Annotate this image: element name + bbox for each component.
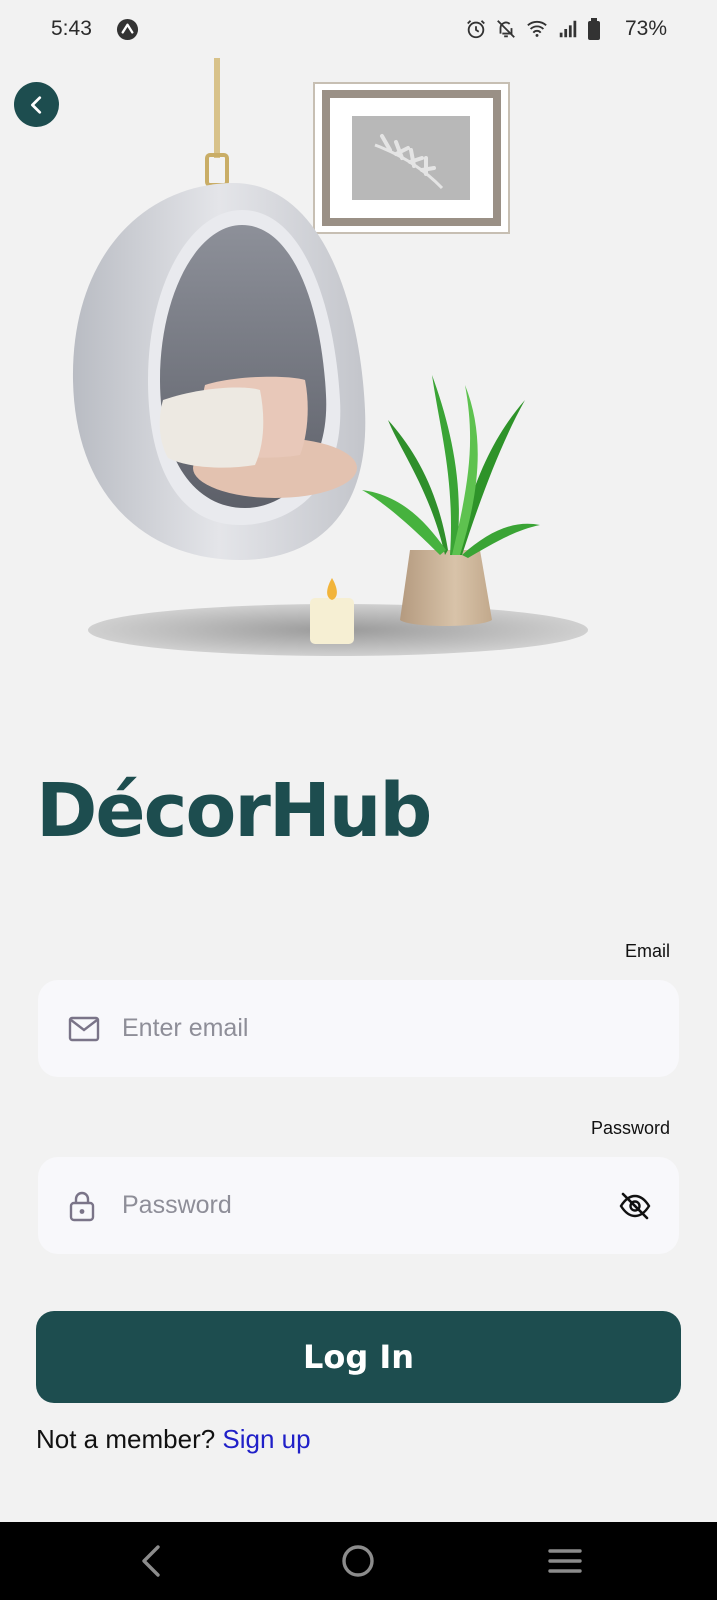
battery-icon — [588, 18, 600, 40]
candle — [310, 578, 354, 644]
picture-frame — [313, 82, 510, 234]
nav-back-button[interactable] — [101, 1522, 201, 1600]
status-time: 5:43 — [51, 17, 92, 40]
recents-icon — [548, 1549, 582, 1573]
system-nav-bar — [0, 1522, 717, 1600]
bell-off-icon — [497, 20, 515, 38]
nav-recents-button[interactable] — [515, 1522, 615, 1600]
potted-plant — [362, 375, 540, 626]
wifi-icon — [527, 20, 547, 37]
status-icons — [465, 17, 601, 41]
password-label: Password — [590, 1118, 670, 1138]
hanging-rod — [214, 58, 220, 158]
egg-chair — [72, 182, 366, 560]
chevron-left-icon — [30, 95, 41, 114]
password-field[interactable] — [38, 1157, 679, 1254]
eye-off-icon[interactable] — [619, 1192, 651, 1220]
nav-home-button[interactable] — [308, 1522, 408, 1600]
password-input[interactable] — [122, 1157, 602, 1254]
alarm-icon — [467, 20, 485, 39]
signup-row: Not a member? Sign up — [36, 1424, 311, 1455]
back-button[interactable] — [14, 82, 59, 127]
login-button[interactable]: Log In — [36, 1311, 681, 1403]
signal-icon — [559, 20, 577, 38]
signup-link[interactable]: Sign up — [222, 1424, 310, 1454]
email-input[interactable] — [122, 980, 602, 1077]
lock-icon — [69, 1191, 95, 1221]
mail-icon — [68, 1016, 100, 1041]
hero-illustration — [72, 58, 588, 656]
email-label: Email — [624, 941, 670, 961]
signup-prompt: Not a member? — [36, 1424, 216, 1454]
home-icon — [342, 1545, 374, 1577]
battery-percent: 73% — [624, 17, 667, 40]
app-title: DécorHub — [36, 768, 432, 854]
back-icon — [142, 1545, 160, 1577]
email-field[interactable] — [38, 980, 679, 1077]
app-a-icon — [116, 18, 139, 41]
